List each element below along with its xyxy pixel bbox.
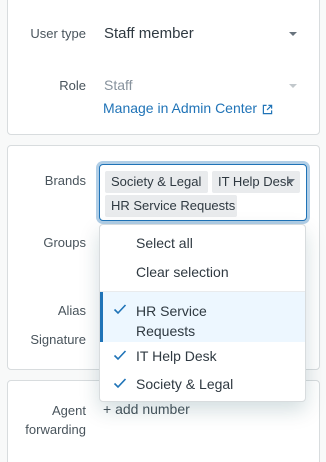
brand-option-label-line2: Requests [136, 323, 196, 339]
brand-option-label: HR Service Requests [136, 301, 207, 341]
add-number-button[interactable]: + add number [103, 401, 190, 417]
brand-tag[interactable]: Society & Legal [105, 171, 208, 193]
external-link-icon [262, 104, 273, 115]
check-icon [113, 350, 127, 361]
brand-option-label-line1: HR Service [136, 303, 207, 319]
check-icon [113, 378, 127, 389]
brand-tag[interactable]: HR Service Requests [105, 195, 237, 217]
focus-indicator [100, 292, 103, 342]
agent-forwarding-label-line2: forwarding [25, 422, 86, 437]
brand-option-label: IT Help Desk [136, 348, 217, 364]
brands-label: Brands [44, 173, 86, 188]
chevron-down-icon [289, 84, 297, 88]
user-type-select[interactable]: Staff member [104, 25, 194, 42]
brand-option-hr-service-requests[interactable]: HR Service Requests [100, 292, 305, 342]
agent-forwarding-label: Agent forwarding [25, 401, 86, 439]
user-type-label: User type [30, 26, 86, 41]
manage-admin-center-link[interactable]: Manage in Admin Center [103, 100, 273, 116]
select-all-option[interactable]: Select all [100, 225, 305, 258]
role-label: Role [59, 78, 86, 93]
brand-option-society-legal[interactable]: Society & Legal [100, 371, 305, 399]
groups-label: Groups [43, 235, 86, 250]
check-icon [113, 304, 127, 315]
brand-option-label: Society & Legal [136, 376, 234, 392]
clear-selection-label: Clear selection [136, 264, 229, 280]
user-settings-page: User type Staff member Role Staff Manage… [0, 0, 326, 462]
select-all-label: Select all [136, 235, 193, 251]
agent-forwarding-label-line1: Agent [52, 403, 86, 418]
brands-multiselect[interactable]: Society & Legal IT Help Desk HR Service … [99, 164, 307, 221]
chevron-down-icon[interactable] [287, 179, 295, 183]
brands-dropdown-menu: Select all Clear selection HR Service Re… [99, 224, 306, 402]
role-select: Staff [104, 77, 133, 93]
manage-admin-center-link-text: Manage in Admin Center [103, 100, 258, 116]
clear-selection-option[interactable]: Clear selection [100, 258, 305, 291]
chevron-down-icon[interactable] [289, 32, 297, 36]
alias-label: Alias [57, 303, 86, 318]
signature-label: Signature [30, 332, 86, 347]
brand-option-it-help-desk[interactable]: IT Help Desk [100, 343, 305, 371]
